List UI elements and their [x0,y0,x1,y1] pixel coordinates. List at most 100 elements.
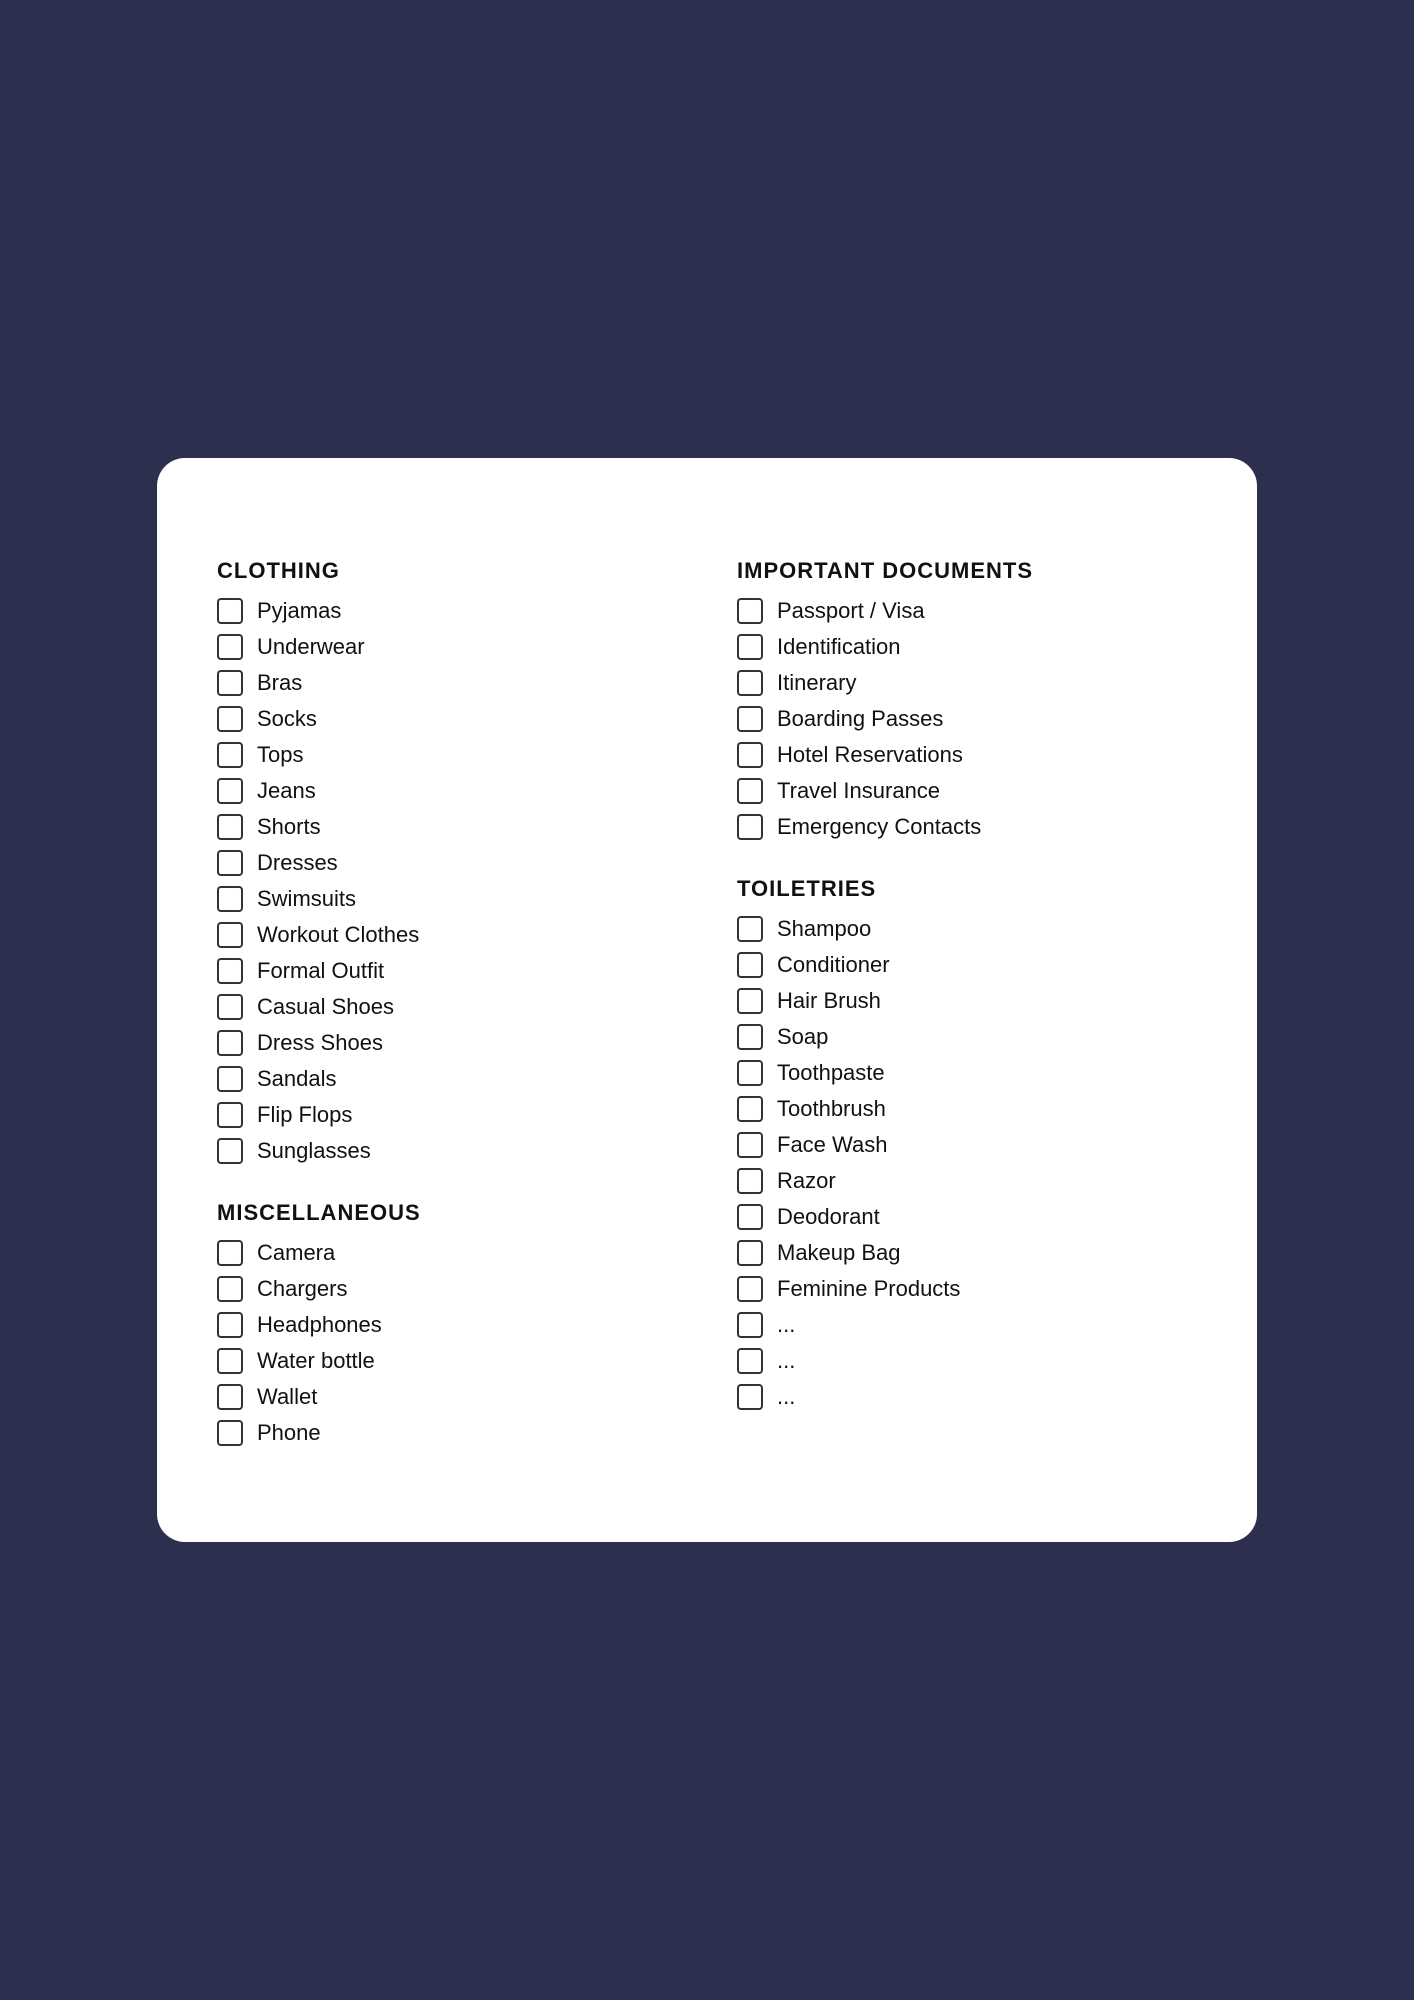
checkbox[interactable] [737,778,763,804]
item-label: ... [777,1384,795,1410]
section-title-clothing: CLOTHING [217,558,677,584]
list-item: Workout Clothes [217,922,677,948]
section-clothing: CLOTHINGPyjamasUnderwearBrasSocksTopsJea… [217,558,677,1164]
item-label: Itinerary [777,670,856,696]
item-label: Identification [777,634,901,660]
checkbox[interactable] [217,1420,243,1446]
checkbox[interactable] [217,994,243,1020]
section-title-important-documents: IMPORTANT DOCUMENTS [737,558,1197,584]
section-important-documents: IMPORTANT DOCUMENTS Passport / Visa Identi… [737,558,1197,840]
checkbox[interactable] [737,742,763,768]
list-item: Phone [217,1420,677,1446]
checkbox[interactable] [217,778,243,804]
section-miscellaneous: MISCELLANEOUSCameraChargersHeadphonesWat… [217,1200,677,1446]
list-item: Socks [217,706,677,732]
item-label: ... [777,1348,795,1374]
item-label: Formal Outfit [257,958,384,984]
item-label: Sunglasses [257,1138,371,1164]
checkbox[interactable] [217,1348,243,1374]
checkbox[interactable] [737,598,763,624]
item-label: ... [777,1312,795,1338]
list-item: Bras [217,670,677,696]
list-item: Feminine Products [737,1276,1197,1302]
checkbox[interactable] [217,1066,243,1092]
checkbox[interactable] [737,1276,763,1302]
checkbox[interactable] [737,1240,763,1266]
item-label: Headphones [257,1312,382,1338]
item-label: Dress Shoes [257,1030,383,1056]
checkbox[interactable] [217,850,243,876]
item-label: Socks [257,706,317,732]
checkbox[interactable] [737,1132,763,1158]
list-item: Headphones [217,1312,677,1338]
left-column: CLOTHINGPyjamasUnderwearBrasSocksTopsJea… [217,558,677,1482]
list-item: Hotel Reservations [737,742,1197,768]
checkbox[interactable] [737,1204,763,1230]
checkbox[interactable] [737,634,763,660]
list-item: ... [737,1348,1197,1374]
item-label: Deodorant [777,1204,880,1230]
list-item: Swimsuits [217,886,677,912]
checkbox[interactable] [217,958,243,984]
checkbox[interactable] [217,1312,243,1338]
item-label: Shampoo [777,916,871,942]
checkbox[interactable] [217,598,243,624]
list-item: Passport / Visa [737,598,1197,624]
checkbox[interactable] [737,1312,763,1338]
item-label: Workout Clothes [257,922,419,948]
list-item: Itinerary [737,670,1197,696]
checkbox[interactable] [217,1102,243,1128]
section-title-toiletries: TOILETRIES [737,876,1197,902]
checkbox[interactable] [217,922,243,948]
checkbox[interactable] [737,1384,763,1410]
checkbox[interactable] [217,706,243,732]
checkbox[interactable] [737,1096,763,1122]
list-item: Soap [737,1024,1197,1050]
list-item: Boarding Passes [737,706,1197,732]
checkbox[interactable] [737,670,763,696]
list-item: Jeans [217,778,677,804]
list-item: Conditioner [737,952,1197,978]
list-item: Sunglasses [217,1138,677,1164]
list-item: Casual Shoes [217,994,677,1020]
list-item: Camera [217,1240,677,1266]
checkbox[interactable] [737,1348,763,1374]
checkbox[interactable] [217,1384,243,1410]
checkbox[interactable] [737,1060,763,1086]
right-column: IMPORTANT DOCUMENTS Passport / Visa Identi… [737,558,1197,1482]
list-item: Travel Insurance [737,778,1197,804]
item-label: Chargers [257,1276,347,1302]
packing-checklist-card: CLOTHINGPyjamasUnderwearBrasSocksTopsJea… [157,458,1257,1542]
item-label: Passport / Visa [777,598,925,624]
item-label: Travel Insurance [777,778,940,804]
item-label: Wallet [257,1384,317,1410]
checkbox[interactable] [217,634,243,660]
item-label: Toothbrush [777,1096,886,1122]
checkbox[interactable] [217,742,243,768]
checkbox[interactable] [737,706,763,732]
checkbox[interactable] [737,1168,763,1194]
checkbox[interactable] [217,886,243,912]
checkbox[interactable] [737,814,763,840]
item-label: Casual Shoes [257,994,394,1020]
list-item: Pyjamas [217,598,677,624]
checkbox[interactable] [217,1276,243,1302]
list-item: Flip Flops [217,1102,677,1128]
item-label: Hotel Reservations [777,742,963,768]
checkbox[interactable] [217,814,243,840]
checkbox[interactable] [737,988,763,1014]
item-label: Toothpaste [777,1060,885,1086]
checkbox[interactable] [217,1240,243,1266]
list-item: Underwear [217,634,677,660]
item-label: Boarding Passes [777,706,943,732]
item-label: Underwear [257,634,365,660]
checkbox[interactable] [737,952,763,978]
checkbox[interactable] [217,1030,243,1056]
item-label: Camera [257,1240,335,1266]
checkbox[interactable] [217,1138,243,1164]
checkbox[interactable] [737,916,763,942]
list-item: Emergency Contacts [737,814,1197,840]
checkbox[interactable] [737,1024,763,1050]
item-label: Conditioner [777,952,890,978]
checkbox[interactable] [217,670,243,696]
